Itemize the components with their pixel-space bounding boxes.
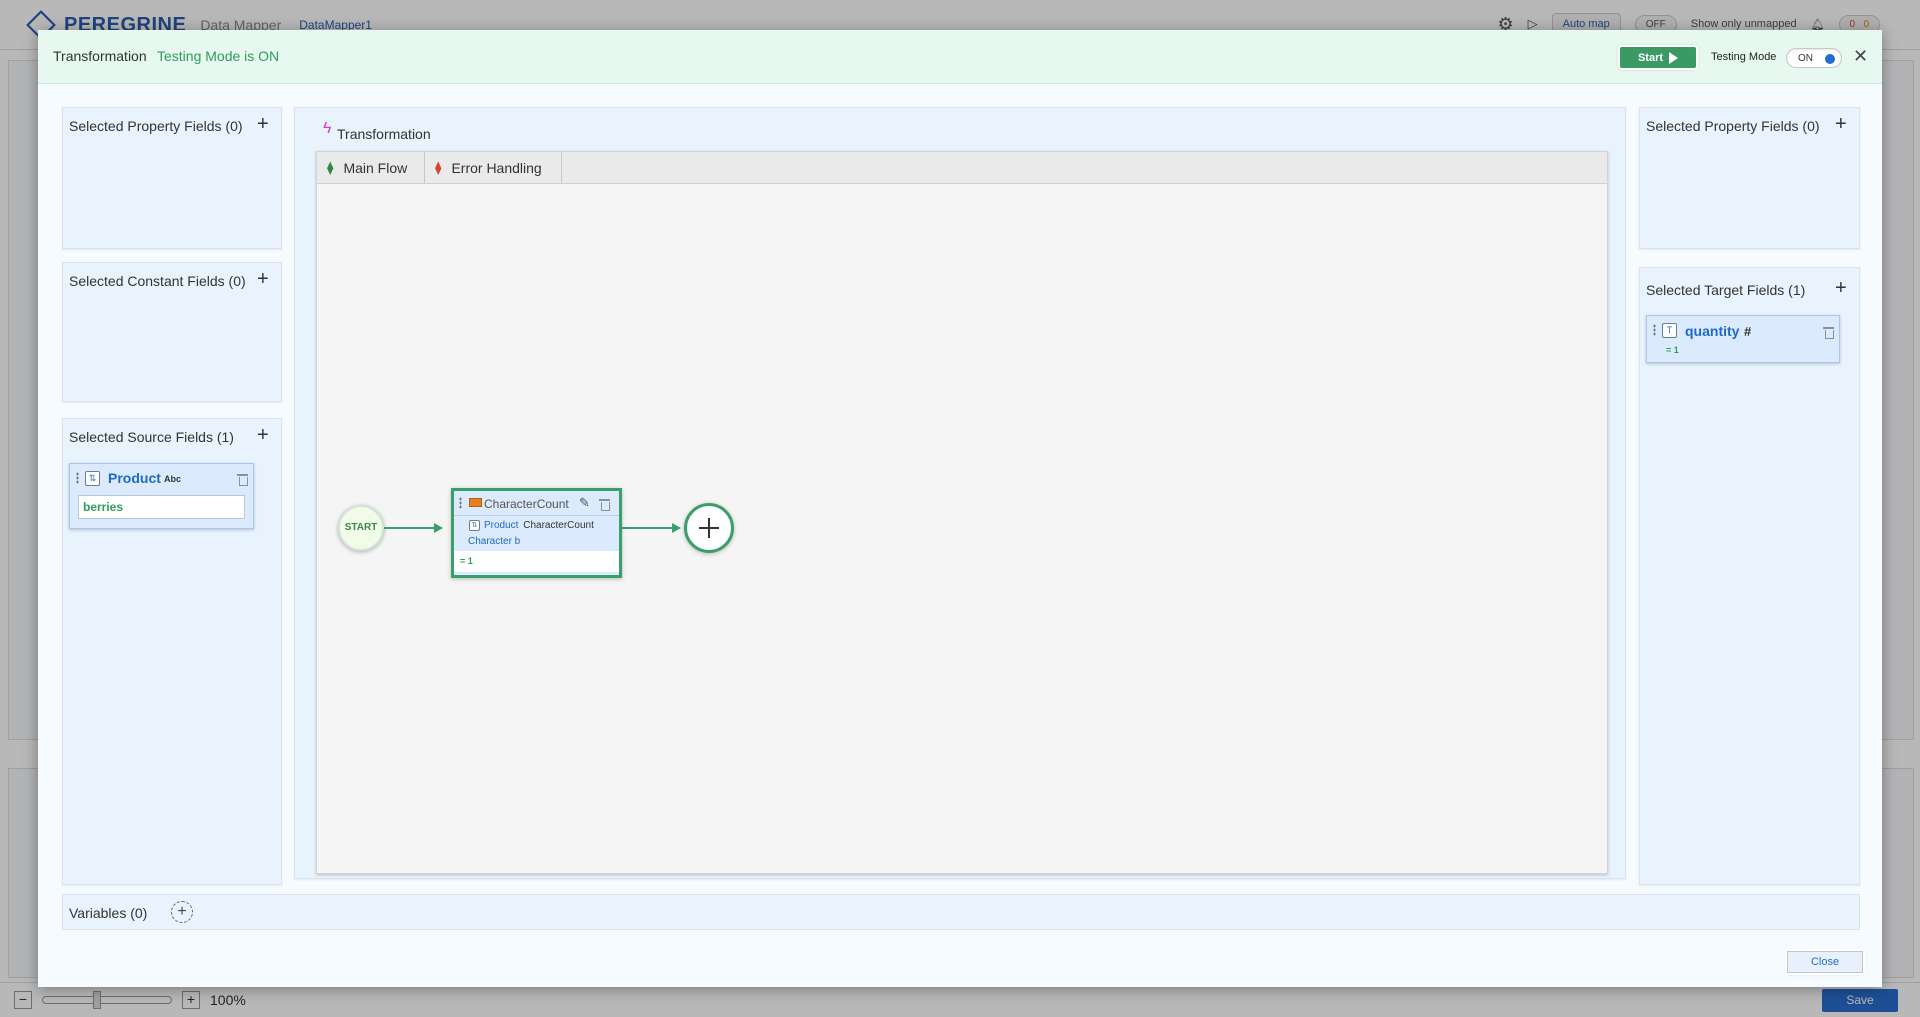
close-button[interactable]: Close <box>1787 951 1863 973</box>
play-icon <box>1669 51 1679 64</box>
drag-handle-icon[interactable] <box>459 497 462 509</box>
modal-header: Transformation Testing Mode is ON Start … <box>38 30 1882 84</box>
panel-title: Selected Constant Fields (0) <box>69 273 246 289</box>
connector-line <box>384 527 436 529</box>
source-test-value-input[interactable]: berries <box>78 495 245 519</box>
add-property-field-button[interactable]: + <box>257 114 269 134</box>
variables-panel: Variables (0) + <box>62 894 1860 930</box>
function-result-value: = 1 <box>460 556 473 566</box>
add-variable-button[interactable]: + <box>171 901 193 923</box>
flow-tabbar: ⧫ Main Flow ⧫ Error Handling <box>317 152 1607 184</box>
function-node-body: ⇅ Product CharacterCount Character b <box>454 515 619 551</box>
function-node-title: CharacterCount <box>484 497 569 511</box>
add-step-button[interactable] <box>684 503 734 553</box>
toggle-knob <box>1825 54 1835 64</box>
variables-title: Variables (0) <box>69 905 148 921</box>
source-field-name: Product <box>108 470 161 486</box>
modal-title: Transformation <box>53 48 147 64</box>
drag-handle-icon[interactable] <box>1653 324 1656 336</box>
target-field-card[interactable]: T quantity # = 1 <box>1646 315 1840 363</box>
character-count-node[interactable]: CharacterCount ✎ ⇅ Product CharacterCoun… <box>451 488 622 578</box>
source-field-icon: ⇅ <box>469 520 480 531</box>
flow-chart-icon: ⧫ <box>327 159 334 175</box>
function-node-result: = 1 <box>454 551 619 572</box>
function-icon <box>469 498 482 507</box>
testing-mode-label: Testing Mode <box>1711 51 1777 63</box>
testing-mode-toggle-text: ON <box>1798 53 1813 64</box>
transformation-title: Transformation <box>337 126 431 142</box>
right-target-fields-panel: Selected Target Fields (1) + T quantity … <box>1639 267 1860 885</box>
target-field-name: quantity <box>1685 323 1740 339</box>
add-source-field-button[interactable]: + <box>257 425 269 445</box>
panel-title: Selected Target Fields (1) <box>1646 282 1806 298</box>
transformation-modal: Transformation Testing Mode is ON Start … <box>38 30 1882 987</box>
left-source-fields-panel: Selected Source Fields (1) + ⇅ Product A… <box>62 418 282 885</box>
start-button-label: Start <box>1637 51 1664 64</box>
delete-icon[interactable] <box>599 498 610 511</box>
function-name: CharacterCount <box>523 520 594 531</box>
right-property-fields-panel: Selected Property Fields (0) + <box>1639 107 1860 249</box>
testing-mode-status: Testing Mode is ON <box>157 48 280 64</box>
add-target-field-button[interactable]: + <box>1835 278 1847 298</box>
connector-arrow <box>434 523 443 533</box>
edit-icon[interactable]: ✎ <box>579 495 590 511</box>
tab-error-handling[interactable]: ⧫ Error Handling <box>425 152 562 183</box>
target-result-value: = 1 <box>1666 345 1679 355</box>
add-constant-field-button[interactable]: + <box>257 269 269 289</box>
transformation-panel: ϟ Transformation ⧫ Main Flow ⧫ Error Han… <box>294 107 1626 879</box>
add-property-field-button[interactable]: + <box>1835 114 1847 134</box>
panel-title: Selected Source Fields (1) <box>69 429 234 445</box>
tab-label: Main Flow <box>343 159 408 176</box>
drag-handle-icon[interactable] <box>76 472 79 484</box>
lightning-icon: ϟ <box>323 120 332 137</box>
delete-icon[interactable] <box>237 473 248 486</box>
start-node[interactable]: START <box>338 505 384 551</box>
delete-icon[interactable] <box>1823 326 1834 339</box>
source-field-card[interactable]: ⇅ Product Abc berries <box>69 463 254 529</box>
function-node-input: Product CharacterCount <box>484 520 594 531</box>
function-node-header: CharacterCount ✎ <box>454 491 619 515</box>
function-input-field: Product <box>484 520 519 531</box>
target-field-type: # <box>1744 324 1752 339</box>
source-field-type: Abc <box>164 474 182 484</box>
function-output: Character b <box>468 536 521 547</box>
tab-main-flow[interactable]: ⧫ Main Flow <box>317 152 425 183</box>
connector-arrow <box>672 523 681 533</box>
panel-title: Selected Property Fields (0) <box>1646 118 1820 134</box>
target-field-icon: T <box>1662 323 1677 338</box>
close-icon[interactable]: ✕ <box>1853 46 1868 66</box>
tab-label: Error Handling <box>451 159 542 176</box>
error-flow-icon: ⧫ <box>435 159 442 175</box>
left-constant-fields-panel: Selected Constant Fields (0) + <box>62 262 282 402</box>
flow-canvas[interactable]: ⧫ Main Flow ⧫ Error Handling START Chara… <box>316 151 1608 874</box>
start-button[interactable]: Start <box>1620 47 1696 68</box>
connector-line <box>622 527 674 529</box>
panel-title: Selected Property Fields (0) <box>69 118 243 134</box>
source-field-icon: ⇅ <box>85 471 100 486</box>
left-property-fields-panel: Selected Property Fields (0) + <box>62 107 282 249</box>
testing-mode-toggle[interactable]: ON <box>1786 48 1842 68</box>
